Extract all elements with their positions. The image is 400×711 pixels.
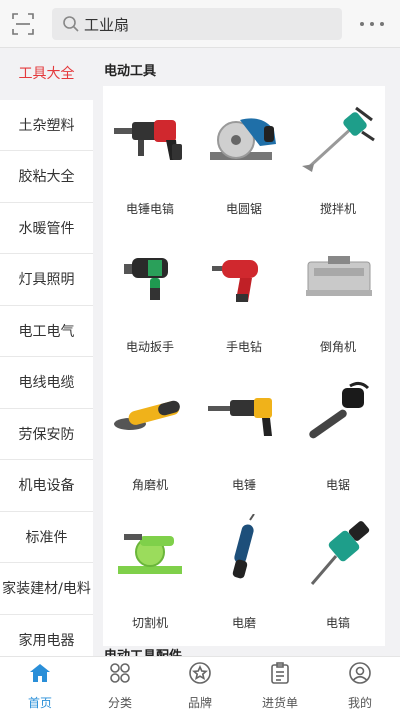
- section-title-accessories: 电动工具配件: [104, 645, 182, 656]
- product-item[interactable]: 电锤电镐: [103, 94, 197, 232]
- sidebar-item-plumbing[interactable]: 水暖管件: [0, 203, 93, 254]
- sidebar-item-machinery[interactable]: 机电设备: [0, 460, 93, 512]
- sidebar-item-appliances[interactable]: 家用电器: [0, 615, 93, 657]
- demolition-hammer-icon: [310, 521, 370, 585]
- nav-label: 品牌: [187, 696, 212, 710]
- nav-label: 我的: [347, 696, 372, 710]
- chamfering-machine-icon: [306, 256, 372, 296]
- product-label: 角磨机: [131, 478, 168, 492]
- chainsaw-icon: [309, 381, 370, 439]
- nav-home[interactable]: 首页: [0, 657, 80, 711]
- profile-icon: [349, 662, 371, 684]
- product-label: 电磨: [231, 616, 256, 630]
- cutoff-machine-icon: [118, 534, 182, 574]
- category-sidebar: 工具大全 土杂塑料 胶粘大全 水暖管件 灯具照明 电工电气 电线电缆 劳保安防 …: [0, 48, 93, 656]
- sidebar-item-cables[interactable]: 电线电缆: [0, 357, 93, 409]
- product-label: 倒角机: [319, 340, 356, 354]
- product-item[interactable]: 倒角机: [291, 232, 385, 370]
- nav-label: 首页: [27, 696, 52, 710]
- sidebar-item-electrical[interactable]: 电工电气: [0, 306, 93, 357]
- impact-wrench-icon: [124, 258, 168, 300]
- sidebar-item-adhesives[interactable]: 胶粘大全: [0, 151, 93, 203]
- hand-drill-icon: [212, 260, 258, 302]
- product-label: 电动扳手: [125, 340, 174, 354]
- search-icon: [63, 16, 79, 32]
- nav-brand[interactable]: 品牌: [160, 657, 240, 711]
- category-content: 电动工具 电锤电镐 电圆锯 搅拌机 电动扳手 手电钻 倒角机 角磨机 电锤 电锯…: [93, 48, 400, 656]
- search-bar[interactable]: 工业扇: [52, 8, 342, 40]
- product-label: 电锤电镐: [125, 202, 174, 216]
- order-list-icon: [271, 662, 289, 684]
- brand-star-icon: [189, 662, 211, 684]
- product-item[interactable]: 手电钻: [197, 232, 291, 370]
- scan-icon[interactable]: [12, 13, 34, 35]
- nav-label: 分类: [107, 696, 132, 710]
- product-grid: 电锤电镐 电圆锯 搅拌机 电动扳手 手电钻 倒角机 角磨机 电锤 电锯 切割机 …: [103, 86, 385, 646]
- product-item[interactable]: 电锤: [197, 370, 291, 508]
- die-grinder-icon: [232, 514, 255, 579]
- angle-grinder-icon: [114, 400, 180, 430]
- sidebar-item-safety[interactable]: 劳保安防: [0, 409, 93, 460]
- product-item[interactable]: 角磨机: [103, 370, 197, 508]
- sidebar-item-sundries[interactable]: 土杂塑料: [0, 100, 93, 151]
- electric-hammer-icon: [208, 398, 272, 436]
- product-item[interactable]: 搅拌机: [291, 94, 385, 232]
- sidebar-item-building-materials[interactable]: 家装建材/电料: [0, 563, 93, 615]
- mixer-icon: [302, 106, 375, 172]
- sidebar-item-fasteners[interactable]: 标准件: [0, 512, 93, 563]
- nav-orders[interactable]: 进货单: [240, 657, 320, 711]
- search-text: 工业扇: [84, 15, 130, 34]
- rotary-hammer-icon: [114, 120, 182, 160]
- circular-saw-icon: [210, 118, 276, 160]
- nav-category[interactable]: 分类: [80, 657, 160, 711]
- product-item[interactable]: 电镐: [291, 508, 385, 646]
- top-bar: 工业扇: [0, 0, 400, 48]
- bottom-nav: 首页 分类 品牌 进货单 我的: [0, 656, 400, 711]
- product-item[interactable]: 电动扳手: [103, 232, 197, 370]
- home-icon: [30, 664, 50, 682]
- product-item[interactable]: 电圆锯: [197, 94, 291, 232]
- section-title: 电动工具: [104, 64, 157, 79]
- nav-profile[interactable]: 我的: [320, 657, 400, 711]
- product-label: 电锯: [325, 478, 350, 492]
- product-item[interactable]: 切割机: [103, 508, 197, 646]
- product-item[interactable]: 电磨: [197, 508, 291, 646]
- product-label: 手电钻: [225, 340, 262, 354]
- product-label: 电锤: [231, 478, 256, 492]
- product-label: 切割机: [131, 616, 168, 630]
- nav-label: 进货单: [261, 696, 298, 710]
- app-screen: 工业扇 工具大全 土杂塑料 胶粘大全 水暖管件 灯具照明 电工电气 电线电缆 劳…: [0, 0, 400, 711]
- product-label: 搅拌机: [319, 202, 356, 216]
- more-menu-icon[interactable]: [360, 14, 384, 34]
- product-label: 电圆锯: [225, 202, 262, 216]
- sidebar-item-tools[interactable]: 工具大全: [0, 48, 93, 100]
- category-icon: [110, 663, 130, 683]
- sidebar-item-lighting[interactable]: 灯具照明: [0, 254, 93, 306]
- product-item[interactable]: 电锯: [291, 370, 385, 508]
- product-label: 电镐: [325, 616, 350, 630]
